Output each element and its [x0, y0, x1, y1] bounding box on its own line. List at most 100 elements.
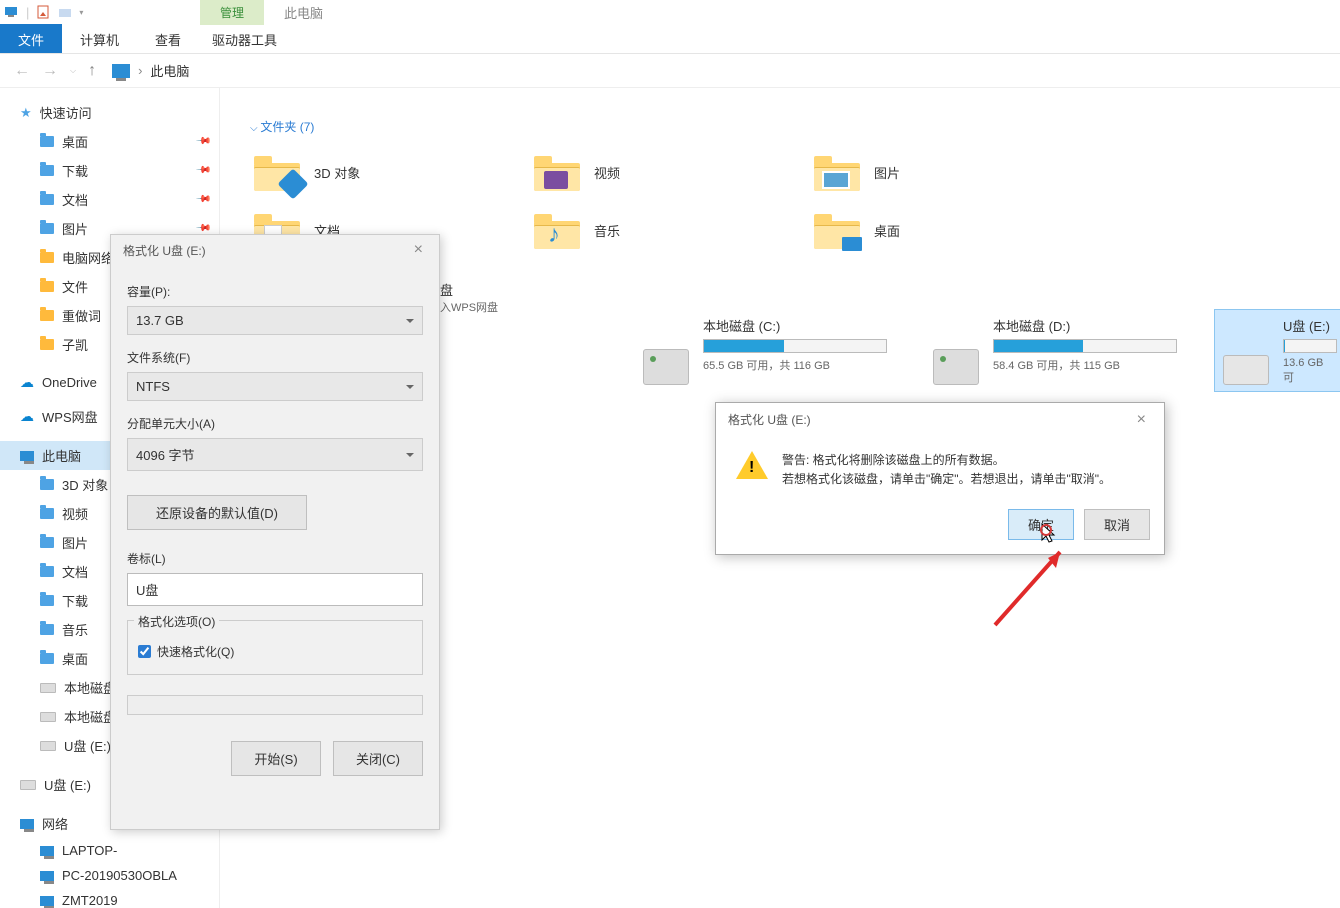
sidebar-label: ZMT2019 [62, 893, 118, 908]
sidebar-item-downloads[interactable]: 下载📌 [0, 156, 219, 185]
folder-icon [40, 479, 54, 490]
drive-usage-bar [993, 339, 1177, 353]
folder-icon [40, 624, 54, 635]
sidebar-item-desktop[interactable]: 桌面📌 [0, 127, 219, 156]
sidebar-label: 图片 [62, 533, 88, 552]
sidebar-label: 此电脑 [42, 446, 81, 465]
breadcrumb-sep: › [138, 63, 142, 78]
folder-tile-3d[interactable]: 3D 对象 [246, 147, 496, 197]
sidebar-net-laptop[interactable]: LAPTOP- [0, 838, 219, 863]
drive-icon [40, 683, 56, 693]
folder-icon [40, 194, 54, 205]
wps-sub: 入WPS网盘 [440, 302, 498, 314]
drive-name: U盘 (E:) [1283, 316, 1337, 335]
sidebar-label: 文档 [62, 562, 88, 581]
folder-tile-desktop[interactable]: 桌面 [806, 205, 1056, 255]
capacity-label: 容量(P): [127, 283, 423, 300]
network-icon [20, 819, 34, 829]
new-folder-icon[interactable] [57, 4, 73, 20]
computer-icon [40, 896, 54, 906]
address-bar: ← → ⌵ ↑ › 此电脑 [0, 54, 1340, 88]
filesystem-value: NTFS [136, 379, 170, 394]
sidebar-label: 桌面 [62, 132, 88, 151]
warning-icon [736, 451, 768, 483]
sidebar-label: LAPTOP- [62, 843, 117, 858]
wps-tile[interactable]: 盘 入WPS网盘 [440, 280, 498, 315]
nav-up-icon[interactable]: ↑ [84, 58, 100, 84]
cancel-button[interactable]: 取消 [1084, 509, 1150, 540]
nav-history-icon[interactable]: ⌵ [66, 62, 80, 80]
capacity-select[interactable]: 13.7 GB [127, 306, 423, 335]
sidebar-label: 文档 [62, 190, 88, 209]
drive-tile-d[interactable]: 本地磁盘 (D:) 58.4 GB 可用，共 115 GB [925, 310, 1185, 391]
sidebar-label: 本地磁盘 [64, 678, 116, 697]
quick-format-checkbox[interactable]: 快速格式化(Q) [138, 643, 412, 660]
computer-icon [40, 871, 54, 881]
sidebar-net-pc2019[interactable]: PC-20190530OBLA [0, 863, 219, 888]
cloud-icon: ☁ [20, 408, 34, 425]
tab-file[interactable]: 文件 [0, 24, 62, 53]
drive-icon [933, 349, 979, 385]
sidebar-quick-access[interactable]: ★ 快速访问 [0, 98, 219, 127]
nav-forward-icon: → [38, 58, 62, 84]
nav-back-icon[interactable]: ← [10, 58, 34, 84]
folder-tile-videos[interactable]: 视频 [526, 147, 776, 197]
filesystem-select[interactable]: NTFS [127, 372, 423, 401]
restore-defaults-button[interactable]: 还原设备的默认值(D) [127, 495, 307, 530]
folder-tile-music[interactable]: ♪音乐 [526, 205, 776, 255]
folder-icon [40, 339, 54, 350]
volume-label-lbl: 卷标(L) [127, 550, 423, 567]
drive-tile-c[interactable]: 本地磁盘 (C:) 65.5 GB 可用，共 116 GB [635, 310, 895, 391]
dialog-title: 格式化 U盘 (E:) [123, 242, 206, 259]
tab-computer[interactable]: 计算机 [62, 24, 137, 53]
qat-separator: | [26, 5, 29, 20]
allocation-select[interactable]: 4096 字节 [127, 438, 423, 471]
folder-icon [40, 281, 54, 292]
qat-dropdown-icon[interactable]: ▾ [79, 8, 83, 17]
quick-format-label: 快速格式化(Q) [157, 643, 234, 660]
drive-sub: 58.4 GB 可用，共 115 GB [993, 357, 1177, 373]
sidebar-item-documents[interactable]: 文档 📌 [0, 185, 219, 214]
tab-view[interactable]: 查看 [137, 24, 199, 53]
format-options-legend: 格式化选项(O) [134, 613, 219, 630]
breadcrumb[interactable]: › 此电脑 [112, 61, 189, 80]
drive-name: 本地磁盘 (C:) [703, 316, 887, 335]
folder-label: 图片 [874, 163, 900, 182]
folder-icon [40, 165, 54, 176]
pin-icon: 📌 [194, 191, 211, 208]
pc-icon [20, 451, 34, 461]
close-button[interactable]: 关闭(C) [333, 741, 423, 776]
folder-tile-pictures[interactable]: 图片 [806, 147, 1056, 197]
usb-icon [1223, 355, 1269, 385]
confirm-line2: 若想格式化该磁盘，请单击"确定"。若想退出，请单击"取消"。 [782, 470, 1111, 489]
usb-icon [20, 780, 36, 790]
allocation-label: 分配单元大小(A) [127, 415, 423, 432]
drive-tile-e[interactable]: U盘 (E:) 13.6 GB 可 [1215, 310, 1340, 391]
folder-icon [40, 653, 54, 664]
close-icon[interactable]: × [1131, 411, 1152, 429]
sidebar-net-zmt[interactable]: ZMT2019 [0, 888, 219, 908]
format-dialog: 格式化 U盘 (E:) × 容量(P): 13.7 GB 文件系统(F) NTF… [110, 234, 440, 830]
sidebar-label: U盘 (E:) [44, 775, 91, 794]
volume-label-input[interactable]: U盘 [127, 573, 423, 606]
ok-button[interactable]: 确定 [1008, 509, 1074, 540]
drive-icon [643, 349, 689, 385]
breadcrumb-label[interactable]: 此电脑 [150, 61, 189, 80]
computer-icon [40, 846, 54, 856]
folder-icon [254, 153, 300, 191]
folder-icon [40, 136, 54, 147]
section-folders[interactable]: 文件夹 (7) [250, 118, 1324, 135]
tab-drive-tools[interactable]: 驱动器工具 [200, 24, 289, 55]
close-icon[interactable]: × [408, 241, 429, 259]
start-button[interactable]: 开始(S) [231, 741, 321, 776]
context-tab-manage[interactable]: 管理 [200, 0, 264, 25]
sidebar-label: 图片 [62, 219, 88, 238]
properties-icon[interactable] [35, 4, 51, 20]
pc-icon [112, 64, 130, 78]
sidebar-label: 文件 [62, 277, 88, 296]
sidebar-label: 重做词 [62, 306, 101, 325]
quick-format-input[interactable] [138, 645, 151, 658]
sidebar-label: 网络 [42, 814, 68, 833]
confirm-title: 格式化 U盘 (E:) [728, 411, 811, 429]
window-title: 此电脑 [284, 3, 323, 22]
